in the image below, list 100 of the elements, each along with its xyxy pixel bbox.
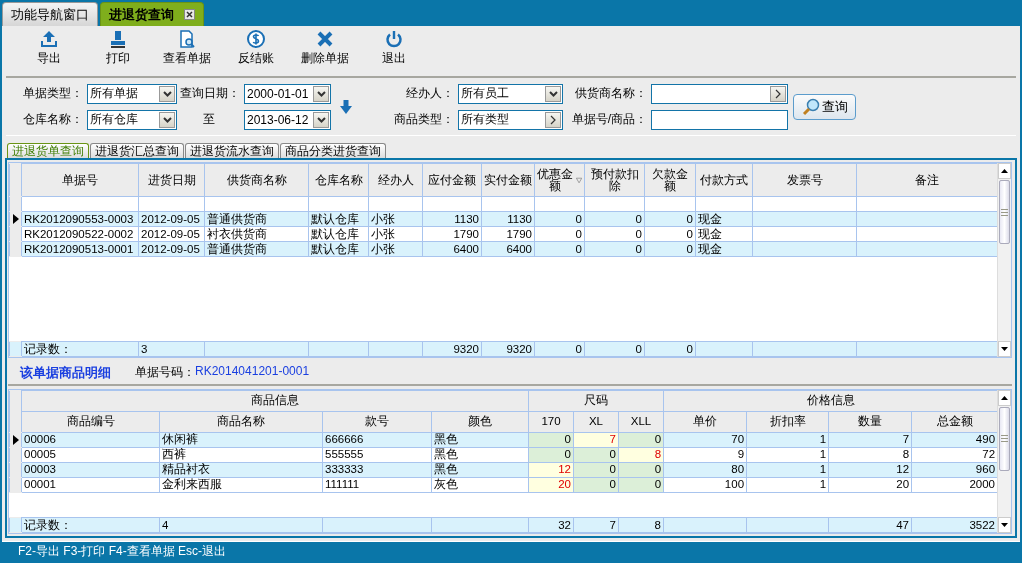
table-cell: 4 [159,517,323,533]
chevron-right-icon [550,114,556,125]
field-label: 单据类型： [22,85,84,102]
printer-icon [108,29,127,48]
table-cell: 小张 [368,226,423,242]
down-arrow-icon [1001,347,1008,352]
table-cell [481,196,535,212]
section-title: 该单据商品明细 [20,363,111,382]
grip-icon [1001,435,1008,443]
column-header[interactable]: 仓库名称 [308,163,369,197]
scroll-up-button[interactable] [998,163,1011,179]
column-header[interactable]: 经办人 [368,163,423,197]
table-cell: 47 [828,517,912,533]
table-cell: 8 [828,447,912,463]
column-header[interactable]: 供货商名称 [204,163,309,197]
table-cell: 9320 [422,341,482,357]
down-arrow-icon [1001,523,1008,527]
power-icon [384,29,403,48]
query-button[interactable]: 查询 [793,93,856,120]
toolbar-button[interactable]: 导出 [14,29,83,67]
window-tab[interactable]: 功能导航窗口 [2,2,98,26]
table-cell: 0 [644,226,696,242]
table-cell [422,196,482,212]
table-cell: 1 [746,447,829,463]
lookup-field[interactable] [651,83,788,104]
table-cell: 灰色 [431,477,529,493]
column-header[interactable]: 应付金额 [422,163,482,197]
table-cell [584,196,645,212]
column-header[interactable]: 付款方式 [695,163,753,197]
table-cell: 0 [534,341,585,357]
table-cell: 衬衣供货商 [204,226,309,242]
table-cell: 1790 [422,226,482,242]
group-header: 尺码 [528,390,664,412]
field-label: 查询日期： [179,85,241,102]
field-label: 单据号/商品： [570,111,648,128]
scrollbar-thumb[interactable] [999,406,1010,471]
field-label: 经办人： [405,85,455,102]
field-label: 至 [201,111,216,128]
column-header[interactable]: 进货日期 [138,163,205,197]
document-search-icon [177,29,196,48]
chevron-down-icon [162,116,172,123]
chevron-right-icon [775,88,781,99]
table-cell [534,196,585,212]
toolbar-button[interactable]: 删除单据 [290,29,359,67]
column-header[interactable]: 优惠金额 [534,163,585,197]
column-header[interactable]: 备注 [856,163,998,197]
table-cell: 111111 [322,477,432,493]
table-cell [138,196,205,212]
table-cell: 9 [663,447,747,463]
tab[interactable]: 进退货单查询 [7,143,89,158]
toolbar-button[interactable]: 退出 [359,29,428,67]
table-cell: 0 [534,226,585,242]
table-cell [368,196,423,212]
scroll-down-button[interactable] [998,341,1011,358]
table-cell: 3 [138,341,205,357]
toolbar-button[interactable]: 打印 [83,29,152,67]
doc-number: RK2014041201-0001 [195,364,310,380]
table-cell: 00005 [21,447,160,463]
table-cell: 2012-09-05 [138,226,205,242]
tab[interactable]: 商品分类进货查询 [280,143,386,158]
chevron-down-icon [316,116,326,123]
table-cell: 8 [618,517,664,533]
table-cell: RK2012090522-0002 [21,226,139,242]
field-label: 仓库名称： [22,111,84,128]
scroll-down-button[interactable] [998,517,1011,533]
table-cell: 20 [828,477,912,493]
column-header[interactable]: 预付款扣除 [584,163,645,197]
tab[interactable]: 进退货汇总查询 [90,143,184,158]
scrollbar-thumb[interactable] [999,180,1010,244]
dollar-coin-icon [246,29,265,48]
grip-icon [1001,208,1008,216]
table-cell: 7 [573,517,619,533]
toolbar-button[interactable]: 反结账 [221,29,290,67]
table-cell: 100 [663,477,747,493]
column-header[interactable]: 发票号 [752,163,857,197]
delete-x-icon [315,29,334,48]
table-cell: 西裤 [159,447,323,463]
doc-number-label: 单据号码： [135,364,195,381]
sort-icon [575,176,582,184]
scroll-up-button[interactable] [998,389,1011,406]
field-label: 商品类型： [393,111,455,128]
chevron-down-icon [162,90,172,97]
table-cell: 1 [746,477,829,493]
window-tab[interactable]: 进退货查询 [100,2,204,26]
up-arrow-icon [1001,395,1008,400]
footer-label: 记录数： [21,341,139,357]
footer-label: 记录数： [21,517,160,533]
close-icon[interactable] [184,9,195,20]
group-header: 价格信息 [663,390,998,412]
export-icon [39,29,58,48]
group-header: 商品信息 [21,390,529,412]
table-cell: 1790 [481,226,535,242]
down-arrow-icon [340,99,352,114]
toolbar-button[interactable]: 查看单据 [152,29,221,67]
text-field[interactable] [651,109,788,130]
column-header[interactable]: 实付金额 [481,163,535,197]
up-arrow-icon [1001,169,1008,173]
column-header[interactable]: 欠款金额 [644,163,696,197]
tab[interactable]: 进退货流水查询 [185,143,279,158]
column-header[interactable]: 单据号 [21,163,139,197]
